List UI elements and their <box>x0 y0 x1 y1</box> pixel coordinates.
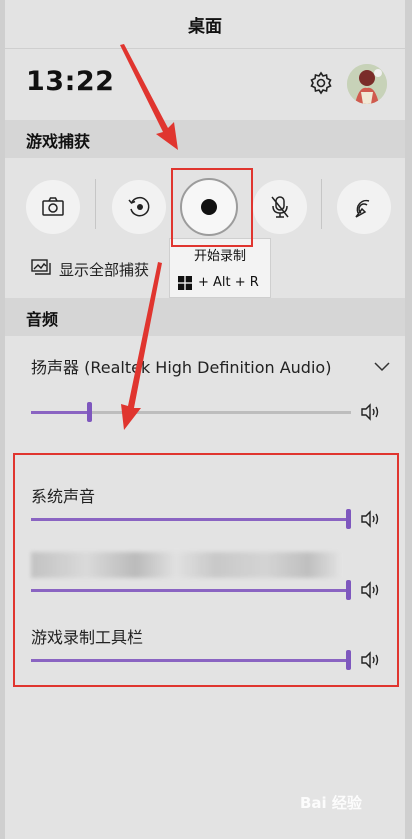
watermark: Bai 经验 <box>300 794 362 812</box>
annotation-arrows <box>120 44 178 430</box>
